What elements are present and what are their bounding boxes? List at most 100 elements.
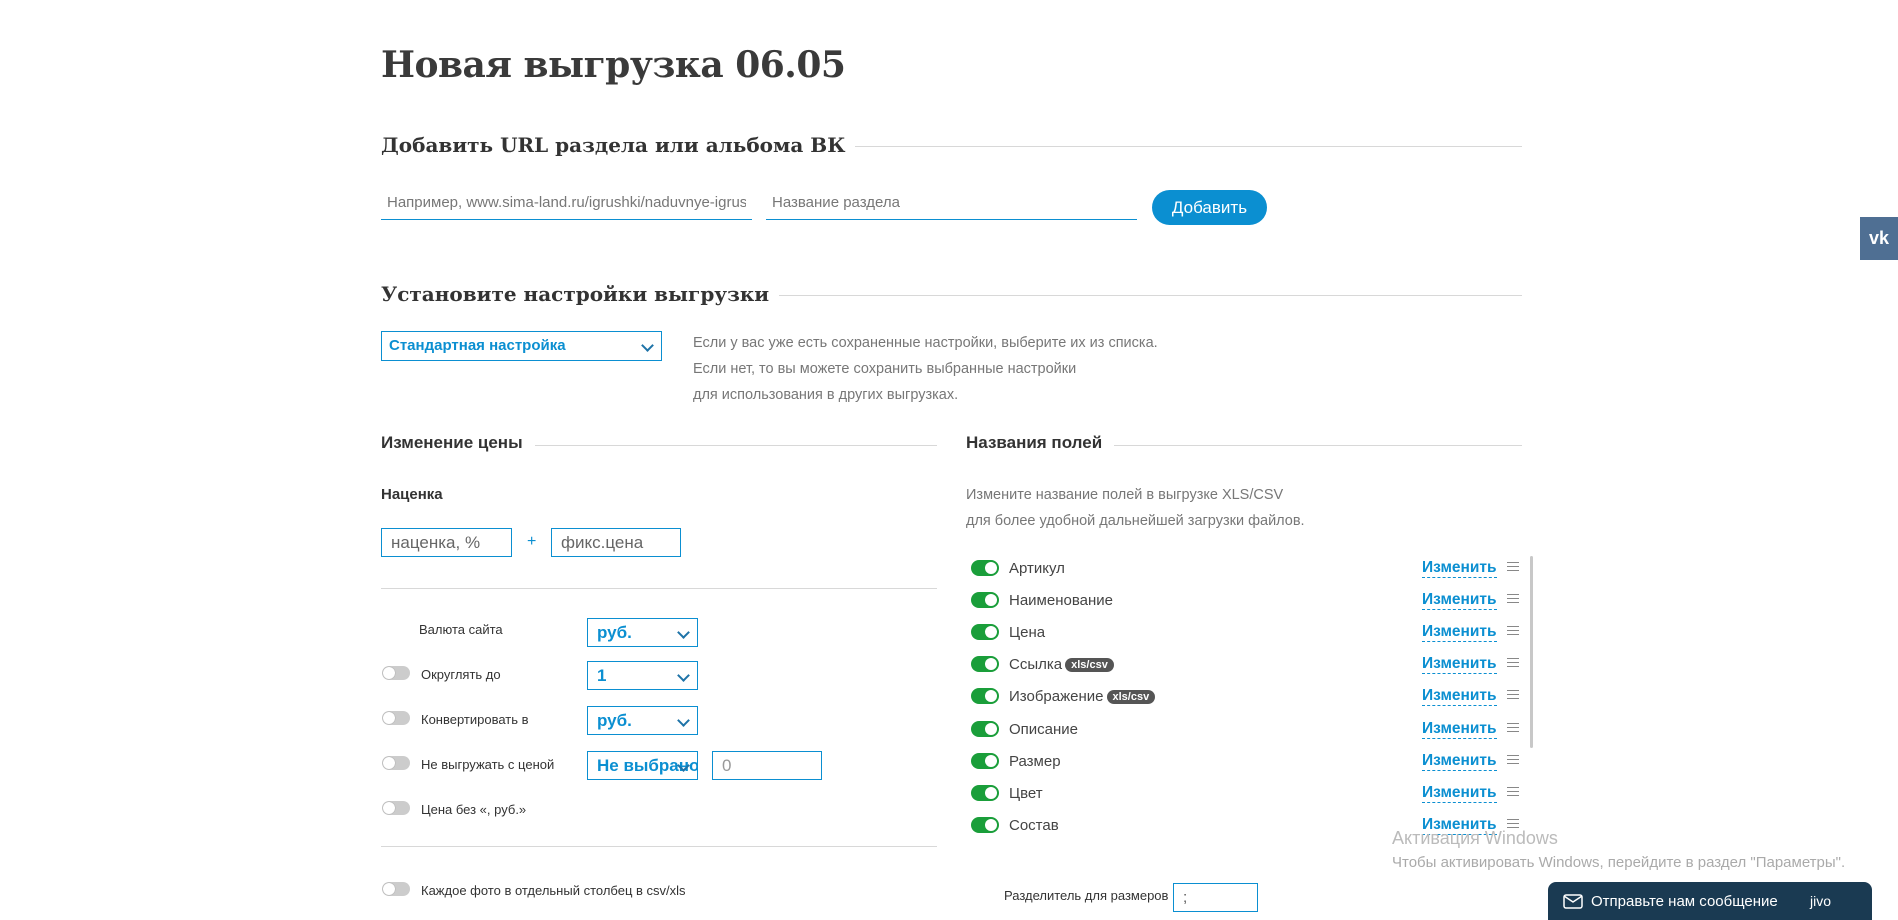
field-row: Артикул Изменить [966,556,1526,580]
field-row: Цвет Изменить [966,781,1526,805]
settings-hint-line: Если у вас уже есть сохраненные настройк… [693,335,1158,351]
chevron-down-icon [677,626,690,639]
size-separator-input[interactable]: ; [1173,883,1258,912]
fields-hint-line: Измените название полей в выгрузке XLS/C… [966,487,1284,503]
chat-widget[interactable]: Отправьте нам сообщение jivo [1548,882,1872,920]
markup-percent-input[interactable]: наценка, % [381,528,512,557]
price-section-header: Изменение цены [381,433,937,457]
settings-hint-line: Если нет, то вы можете сохранить выбранн… [693,361,1077,377]
settings-preset-value: Стандартная настройка [389,337,566,354]
field-toggle[interactable] [971,688,999,704]
field-toggle[interactable] [971,785,999,801]
fields-list-scrollbar[interactable] [1530,556,1533,748]
url-input[interactable] [381,186,752,220]
format-badge: xls/csv [1065,658,1114,673]
vk-icon: vk [1868,228,1890,248]
field-toggle[interactable] [971,753,999,769]
settings-preset-select[interactable]: Стандартная настройка [381,331,662,361]
divider [381,846,937,847]
round-select[interactable]: 1 [587,661,698,690]
field-change-link[interactable]: Изменить [1422,752,1497,771]
add-button[interactable]: Добавить [1152,190,1267,225]
drag-handle-icon[interactable] [1507,755,1519,764]
envelope-icon [1563,894,1583,909]
windows-activation-title: Активация Windows [1392,828,1558,848]
no-currency-toggle[interactable] [382,801,410,815]
field-toggle[interactable] [971,721,999,737]
section-name-input[interactable] [766,186,1137,220]
drag-handle-icon[interactable] [1507,787,1519,796]
plus-sign: + [527,533,537,550]
settings-hint: Если у вас уже есть сохраненные настройк… [693,330,1158,408]
markup-fixed-input[interactable]: фикс.цена [551,528,681,557]
chevron-down-icon [677,714,690,727]
field-label: Артикул [1009,560,1065,577]
chevron-down-icon [641,339,654,352]
field-change-link[interactable]: Изменить [1422,591,1497,610]
drag-handle-icon[interactable] [1507,690,1519,699]
field-change-link[interactable]: Изменить [1422,623,1497,642]
field-row: Ссылка xls/csv Изменить [966,652,1526,676]
chevron-down-icon [677,669,690,682]
settings-section-title: Установите настройки выгрузки [381,282,780,306]
windows-activation-subtitle: Чтобы активировать Windows, перейдите в … [1392,854,1846,871]
field-toggle[interactable] [971,624,999,640]
skip-price-label: Не выгружать с ценой [421,757,555,772]
skip-price-amount-input[interactable]: 0 [712,751,822,780]
skip-price-select[interactable]: Не выбрано [587,751,698,780]
fields-section-header: Названия полей [966,433,1522,457]
field-label: Состав [1009,817,1059,834]
fields-hint-line: для более удобной дальнейшей загрузки фа… [966,513,1305,529]
convert-value: руб. [597,711,632,730]
field-toggle[interactable] [971,592,999,608]
page-title: Новая выгрузка 06.05 [381,44,846,86]
convert-toggle[interactable] [382,711,410,725]
drag-handle-icon[interactable] [1507,562,1519,571]
divider [381,588,937,589]
site-currency-value: руб. [597,623,632,642]
photo-columns-toggle[interactable] [382,882,410,896]
price-section-title: Изменение цены [381,433,535,452]
field-label: Цвет [1009,785,1043,802]
field-label: Цена [1009,624,1046,641]
drag-handle-icon[interactable] [1507,658,1519,667]
photo-columns-label: Каждое фото в отдельный столбец в csv/xl… [421,883,686,898]
convert-select[interactable]: руб. [587,706,698,735]
round-toggle[interactable] [382,666,410,680]
site-currency-select[interactable]: руб. [587,618,698,647]
convert-label: Конвертировать в [421,712,529,727]
settings-hint-line: для использования в других выгрузках. [693,387,959,403]
field-row: Цена Изменить [966,620,1526,644]
field-label-text: Изображение [1009,688,1104,705]
field-change-link[interactable]: Изменить [1422,655,1497,674]
field-change-link[interactable]: Изменить [1422,559,1497,578]
drag-handle-icon[interactable] [1507,723,1519,732]
field-label: Наименование [1009,592,1113,609]
field-label: Ссылка xls/csv [1009,656,1114,673]
skip-price-toggle[interactable] [382,756,410,770]
format-badge: xls/csv [1106,690,1156,705]
field-toggle[interactable] [971,560,999,576]
drag-handle-icon[interactable] [1507,626,1519,635]
field-label: Размер [1009,753,1061,770]
drag-handle-icon[interactable] [1507,819,1519,828]
field-label-text: Ссылка [1009,656,1063,673]
markup-label: Наценка [381,486,443,503]
size-separator-label: Разделитель для размеров [1004,888,1169,903]
fields-hint: Измените название полей в выгрузке XLS/C… [966,482,1305,534]
field-toggle[interactable] [971,817,999,833]
site-currency-label: Валюта сайта [419,622,503,637]
jivo-logo: jivo [1810,893,1832,909]
field-change-link[interactable]: Изменить [1422,720,1497,739]
no-currency-label: Цена без «, руб.» [421,802,527,817]
round-label: Округлять до [421,667,501,682]
field-change-link[interactable]: Изменить [1422,784,1497,803]
round-value: 1 [597,666,607,685]
field-toggle[interactable] [971,656,999,672]
add-url-section-title: Добавить URL раздела или альбома ВК [381,133,856,157]
field-change-link[interactable]: Изменить [1422,687,1497,706]
vk-side-tab[interactable]: vk [1860,217,1898,260]
chat-label: Отправьте нам сообщение [1591,893,1778,910]
drag-handle-icon[interactable] [1507,594,1519,603]
field-label: Изображение xls/csv [1009,688,1156,705]
